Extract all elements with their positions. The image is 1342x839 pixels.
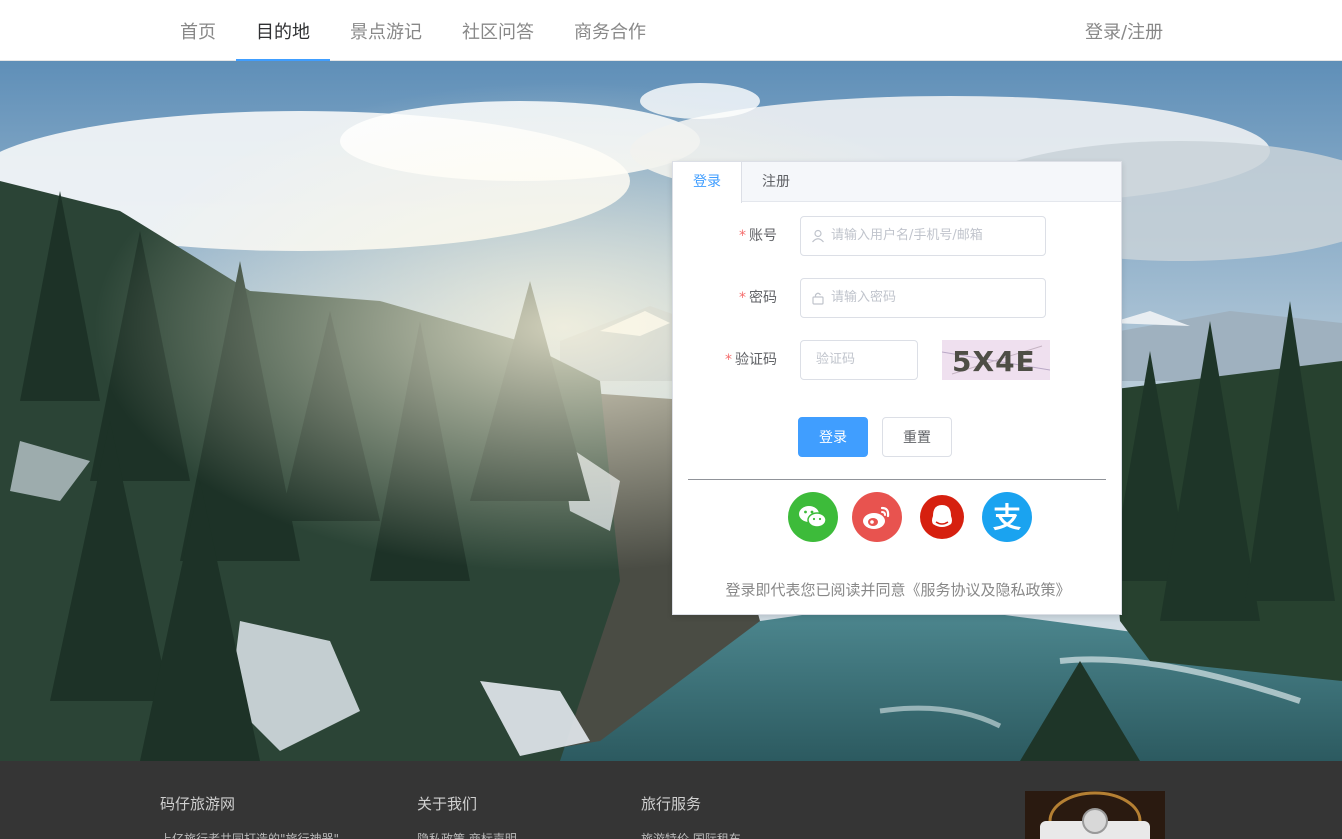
tab-login[interactable]: 登录 (673, 162, 742, 203)
weibo-icon (863, 506, 890, 529)
reset-button[interactable]: 重置 (882, 417, 952, 457)
footer-col-services: 旅行服务 旅游特价 国际租车 (641, 793, 741, 839)
main-nav: 首页 目的地 景点游记 社区问答 商务合作 (160, 0, 666, 61)
nav-item-community-qa[interactable]: 社区问答 (442, 0, 554, 61)
tab-register[interactable]: 注册 (742, 162, 810, 202)
alipay-icon: 支 (993, 501, 1021, 534)
login-card: 登录 注册 * 账号 请输入用户名/手机号/邮箱 * 密码 请输入密码 * 验证码 验… (672, 161, 1122, 615)
footer: 码仔旅游网 上亿旅行者共同打造的"旅行神器" 关于我们 隐私政策 商标声明 旅行… (0, 761, 1342, 839)
account-input[interactable]: 请输入用户名/手机号/邮箱 (800, 216, 1046, 256)
login-tabs: 登录 注册 (673, 162, 1121, 203)
footer-link[interactable]: 隐私政策 商标声明 (417, 830, 517, 839)
password-input[interactable]: 请输入密码 (800, 278, 1046, 318)
nav-item-business[interactable]: 商务合作 (554, 0, 666, 61)
alipay-login-button[interactable]: 支 (982, 492, 1032, 542)
footer-heading: 旅行服务 (641, 795, 702, 813)
account-label: * 账号 (739, 228, 777, 244)
captcha-placeholder: 验证码 (816, 352, 856, 367)
login-button[interactable]: 登录 (798, 417, 868, 457)
alipay-glyph: 支 (993, 501, 1021, 534)
account-placeholder: 请输入用户名/手机号/邮箱 (831, 228, 983, 243)
captcha-image-graphic: 5X4E (942, 340, 1050, 380)
divider (688, 479, 1106, 480)
agreement-text[interactable]: 登录即代表您已阅读并同意《服务协议及隐私政策》 (673, 580, 1123, 600)
footer-col-brand: 码仔旅游网 上亿旅行者共同打造的"旅行神器" (160, 793, 339, 839)
password-label: * 密码 (739, 290, 777, 306)
wechat-icon (799, 506, 827, 528)
captcha-label: * 验证码 (725, 352, 777, 368)
promo-graphic (1025, 791, 1165, 839)
user-icon (812, 229, 824, 243)
footer-heading: 关于我们 (417, 795, 478, 813)
wechat-login-button[interactable] (788, 492, 838, 542)
password-placeholder: 请输入密码 (831, 290, 897, 305)
captcha-input[interactable]: 验证码 (800, 340, 918, 380)
account-row: * 账号 请输入用户名/手机号/邮箱 (673, 216, 1123, 256)
footer-link[interactable]: 旅游特价 国际租车 (641, 830, 741, 839)
captcha-text: 5X4E (952, 345, 1036, 378)
password-row: * 密码 请输入密码 (673, 278, 1123, 318)
nav-item-home[interactable]: 首页 (160, 0, 236, 61)
login-register-link[interactable]: 登录/注册 (1085, 0, 1163, 66)
top-nav-bar: 首页 目的地 景点游记 社区问答 商务合作 登录/注册 (0, 0, 1342, 61)
nav-item-travelogue[interactable]: 景点游记 (330, 0, 442, 61)
hero-background-image (0, 61, 1342, 761)
qq-login-button[interactable] (920, 495, 964, 539)
footer-col-about: 关于我们 隐私政策 商标声明 (417, 793, 517, 839)
captcha-image[interactable]: 5X4E (942, 340, 1050, 380)
footer-text: 上亿旅行者共同打造的"旅行神器" (160, 832, 340, 839)
footer-promo-image (1025, 791, 1165, 839)
lock-icon (812, 292, 824, 305)
footer-heading: 码仔旅游网 (160, 795, 236, 813)
landscape-illustration (0, 61, 1342, 761)
nav-item-destination[interactable]: 目的地 (236, 0, 330, 61)
qq-icon (932, 505, 952, 527)
weibo-login-button[interactable] (852, 492, 902, 542)
captcha-row: * 验证码 验证码 (673, 340, 1123, 380)
